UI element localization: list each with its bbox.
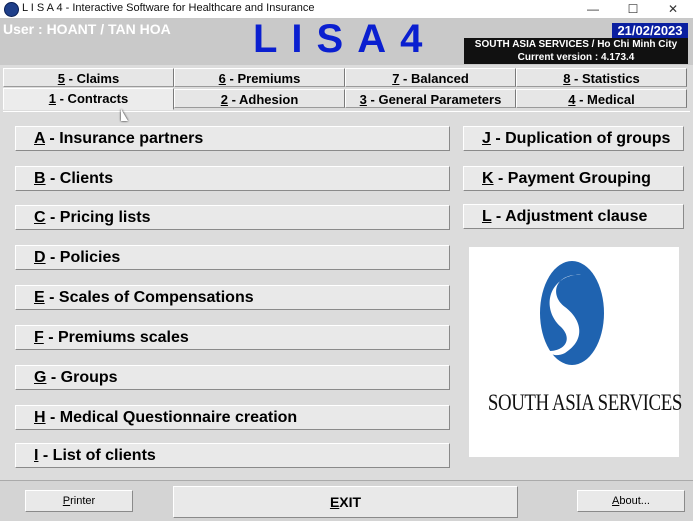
tab-label: - Contracts — [56, 91, 129, 106]
brand-logo-icon — [540, 261, 604, 365]
button-label: - Pricing lists — [45, 209, 151, 226]
list-of-clients-button[interactable]: I - List of clients — [15, 443, 450, 468]
tab-key: 6 — [218, 71, 226, 86]
button-label: - Scales of Compensations — [44, 289, 254, 306]
scales-of-compensations-button[interactable]: E - Scales of Compensations — [15, 285, 450, 310]
payment-grouping-button[interactable]: K - Payment Grouping — [463, 166, 684, 191]
tab-key: 3 — [359, 92, 367, 107]
tab-adhesion[interactable]: 2 - Adhesion — [174, 89, 345, 108]
insurance-partners-button[interactable]: A - Insurance partners — [15, 126, 450, 151]
button-label: - Insurance partners — [44, 130, 204, 147]
adjustment-clause-button[interactable]: L - Adjustment clause — [463, 204, 684, 229]
button-label: - Policies — [45, 249, 121, 266]
tab-general-parameters[interactable]: 3 - General Parameters — [345, 89, 516, 108]
exit-button[interactable]: EXIT — [173, 486, 518, 518]
button-key: E — [329, 494, 340, 510]
pricing-lists-button[interactable]: C - Pricing lists — [15, 205, 450, 230]
clients-button[interactable]: B - Clients — [15, 166, 450, 191]
user-label: User : HOANT / TAN HOA — [3, 21, 171, 37]
footer-bar: Printer EXIT About... — [0, 480, 693, 521]
tab-claims[interactable]: 5 - Claims — [3, 68, 174, 87]
current-date: 21/02/2023 — [612, 23, 688, 38]
maximize-button[interactable]: ☐ — [613, 0, 653, 18]
tab-label: - Adhesion — [227, 92, 299, 107]
duplication-of-groups-button[interactable]: J - Duplication of groups — [463, 126, 684, 151]
button-label: bout... — [619, 495, 650, 507]
groups-button[interactable]: G - Groups — [15, 365, 450, 390]
button-key: G — [34, 369, 47, 386]
button-key: D — [34, 249, 46, 266]
button-key: H — [34, 409, 46, 426]
tab-label: - Claims — [65, 71, 120, 86]
button-label: XIT — [339, 494, 362, 510]
medical-questionnaire-creation-button[interactable]: H - Medical Questionnaire creation — [15, 405, 450, 430]
button-label: - Groups — [46, 369, 118, 386]
tab-label: - General Parameters — [366, 92, 502, 107]
button-label: - Premiums scales — [43, 329, 189, 346]
premiums-scales-button[interactable]: F - Premiums scales — [15, 325, 450, 350]
tab-key: 2 — [220, 92, 228, 107]
button-label: - Payment Grouping — [493, 170, 651, 187]
company-label: SOUTH ASIA SERVICES / Ho Chi Minh City — [464, 38, 688, 51]
brand-name: SOUTH ASIA SERVICES — [487, 390, 682, 415]
button-label: - Adjustment clause — [491, 208, 648, 225]
button-key: B — [34, 170, 46, 187]
tab-key: 5 — [57, 71, 66, 86]
about-button[interactable]: About... — [577, 490, 685, 512]
policies-button[interactable]: D - Policies — [15, 245, 450, 270]
button-key: K — [482, 170, 494, 187]
button-key: C — [34, 209, 46, 226]
printer-button[interactable]: Printer — [25, 490, 133, 512]
tab-key: 1 — [48, 91, 56, 106]
button-label: - List of clients — [38, 447, 156, 464]
app-logo: LISA4 — [253, 17, 437, 61]
tab-premiums[interactable]: 6 - Premiums — [174, 68, 345, 87]
button-label: - Clients — [45, 170, 114, 187]
tab-medical[interactable]: 4 - Medical — [516, 89, 687, 108]
tab-balanced[interactable]: 7 - Balanced — [345, 68, 516, 87]
brand-logo-panel: SOUTH ASIA SERVICES — [469, 247, 682, 457]
mouse-cursor-icon — [121, 109, 128, 121]
version-label: Current version : 4.173.4 — [464, 51, 688, 64]
tab-contracts[interactable]: 1 - Contracts — [3, 88, 174, 110]
tab-statistics[interactable]: 8 - Statistics — [516, 68, 687, 87]
button-key: F — [34, 329, 44, 346]
button-label: rinter — [70, 495, 96, 507]
button-key: E — [34, 289, 45, 306]
minimize-button[interactable]: — — [573, 0, 613, 18]
app-header: User : HOANT / TAN HOA LISA4 21/02/2023 … — [0, 17, 693, 65]
tab-label: - Balanced — [399, 71, 469, 86]
button-label: - Duplication of groups — [490, 130, 671, 147]
button-label: - Medical Questionnaire creation — [45, 409, 298, 426]
button-key: A — [34, 130, 45, 147]
tab-label: - Premiums — [225, 71, 301, 86]
window-title: L I S A 4 - Interactive Software for Hea… — [22, 2, 315, 14]
button-key: J — [482, 130, 491, 147]
tab-label: - Statistics — [570, 71, 640, 86]
close-button[interactable]: ✕ — [653, 0, 693, 18]
tab-label: - Medical — [575, 92, 635, 107]
app-icon — [4, 2, 19, 17]
